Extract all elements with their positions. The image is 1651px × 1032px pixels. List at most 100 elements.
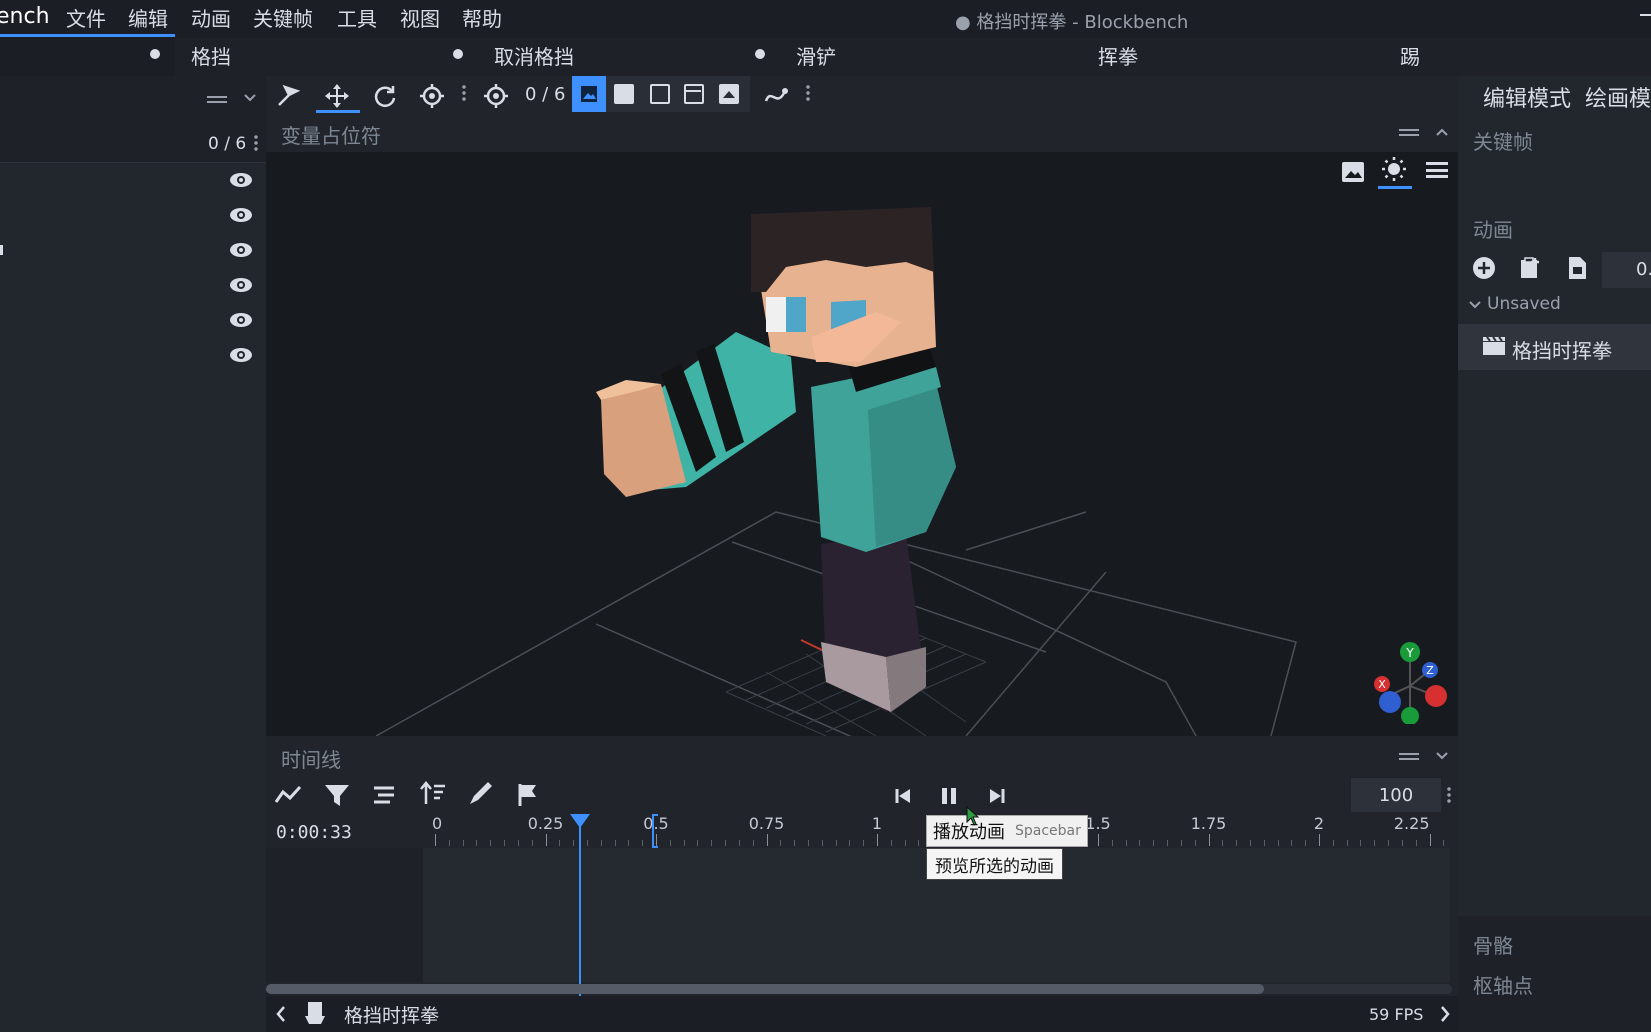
view-mode-solid-icon[interactable] bbox=[614, 84, 634, 104]
paint-mode-tab[interactable]: 绘画模 bbox=[1585, 81, 1651, 113]
animation-panel-title: 动画 bbox=[1473, 218, 1513, 242]
menu-animation[interactable]: 动画 bbox=[191, 4, 231, 34]
brightness-icon[interactable] bbox=[1376, 156, 1412, 186]
chevron-up-icon[interactable] bbox=[1434, 124, 1450, 140]
chevron-right-icon[interactable] bbox=[1438, 1004, 1452, 1024]
axis-gizmo[interactable]: Y X Z bbox=[1370, 640, 1450, 724]
tab-kick[interactable]: 踢 bbox=[1400, 38, 1420, 76]
svg-text:Z: Z bbox=[1426, 664, 1434, 677]
view-mode-uv-icon[interactable] bbox=[684, 84, 704, 104]
timeline-channel-list bbox=[266, 848, 423, 982]
tab-unblock[interactable]: 取消格挡 bbox=[494, 38, 574, 76]
ruler-major-tick bbox=[766, 834, 768, 846]
menu-tools[interactable]: 工具 bbox=[337, 4, 377, 34]
ruler-minor-tick bbox=[531, 840, 533, 846]
active-tool-indicator bbox=[316, 110, 360, 113]
ruler-minor-tick bbox=[1153, 840, 1155, 846]
svg-text:Y: Y bbox=[1405, 646, 1414, 660]
sort-icon[interactable] bbox=[419, 780, 447, 808]
eye-icon[interactable] bbox=[228, 205, 254, 225]
ruler-minor-tick bbox=[1249, 840, 1251, 846]
pause-icon[interactable] bbox=[939, 786, 959, 806]
move-tool-icon[interactable] bbox=[321, 80, 353, 112]
playhead-handle-icon[interactable] bbox=[570, 814, 590, 828]
ruler-minor-tick bbox=[725, 840, 727, 846]
load-animation-file-icon[interactable] bbox=[1566, 256, 1588, 280]
animation-length-input[interactable]: 0. bbox=[1602, 252, 1651, 288]
status-bar bbox=[266, 996, 1458, 1032]
graph-editor-icon[interactable] bbox=[274, 782, 304, 808]
chevron-left-icon[interactable] bbox=[274, 1004, 288, 1024]
pivot-tool-icon[interactable] bbox=[272, 80, 304, 112]
viewport-menu-icon[interactable] bbox=[1426, 162, 1448, 178]
playback-speed-input[interactable]: 100 bbox=[1351, 778, 1441, 814]
chevron-down-icon[interactable] bbox=[242, 90, 258, 106]
ruler-minor-tick bbox=[669, 840, 671, 846]
more-options-icon[interactable] bbox=[254, 134, 258, 152]
ruler-major-tick bbox=[1208, 834, 1210, 846]
menu-edit[interactable]: 编辑 bbox=[128, 4, 168, 34]
motion-trail-icon[interactable] bbox=[760, 80, 792, 112]
edit-mode-tab[interactable]: 编辑模式 bbox=[1483, 81, 1571, 113]
add-animation-icon[interactable] bbox=[1472, 256, 1496, 280]
ruler-minor-tick bbox=[752, 840, 754, 846]
status-animation-name: 格挡时挥拳 bbox=[344, 1005, 440, 1027]
animation-item-name[interactable]: 格挡时挥拳 bbox=[1512, 335, 1612, 364]
view-mode-wireframe-icon[interactable] bbox=[650, 84, 670, 104]
align-icon[interactable] bbox=[372, 784, 396, 806]
ruler-minor-tick bbox=[517, 840, 519, 846]
eye-icon[interactable] bbox=[228, 345, 254, 365]
eye-icon[interactable] bbox=[228, 275, 254, 295]
pen-icon[interactable] bbox=[466, 780, 494, 808]
panel-menu-icon[interactable] bbox=[1399, 753, 1419, 755]
eye-icon[interactable] bbox=[228, 310, 254, 330]
minimize-icon[interactable] bbox=[1640, 14, 1651, 16]
ruler-minor-tick bbox=[904, 840, 906, 846]
unsaved-dot-icon bbox=[150, 49, 160, 59]
more-options-icon[interactable] bbox=[462, 84, 466, 102]
tab-punch[interactable]: 挥拳 bbox=[1098, 38, 1138, 76]
ruler-tick-label: 0.25 bbox=[527, 814, 564, 833]
outliner-panel bbox=[0, 76, 266, 1032]
view-mode-textured-icon[interactable] bbox=[572, 76, 606, 112]
ruler-minor-tick bbox=[1374, 840, 1376, 846]
flag-icon[interactable] bbox=[516, 782, 540, 808]
chevron-down-icon[interactable] bbox=[1468, 298, 1482, 312]
view-mode-normal-icon[interactable] bbox=[719, 84, 739, 104]
locator-icon[interactable] bbox=[480, 80, 512, 112]
outliner-selection-count: 0 / 6 bbox=[208, 134, 247, 154]
tab-block[interactable]: 格挡 bbox=[191, 38, 231, 76]
menu-file[interactable]: 文件 bbox=[66, 4, 106, 34]
menu-keyframe[interactable]: 关键帧 bbox=[253, 4, 313, 34]
app-name[interactable]: ench bbox=[0, 2, 50, 32]
rotate-tool-icon[interactable] bbox=[369, 80, 401, 112]
animation-end-marker[interactable] bbox=[652, 814, 658, 848]
menu-help[interactable]: 帮助 bbox=[462, 4, 502, 34]
ruler-minor-tick bbox=[559, 840, 561, 846]
ruler-minor-tick bbox=[1305, 840, 1307, 846]
skip-back-icon[interactable] bbox=[893, 786, 913, 806]
tab-slide[interactable]: 滑铲 bbox=[796, 38, 836, 76]
screenshot-icon[interactable] bbox=[1342, 162, 1364, 182]
eye-icon[interactable] bbox=[228, 170, 254, 190]
playhead[interactable] bbox=[579, 814, 581, 998]
crosshair-icon[interactable] bbox=[416, 80, 448, 112]
skip-forward-icon[interactable] bbox=[987, 786, 1007, 806]
animation-group-name[interactable]: Unsaved bbox=[1487, 294, 1561, 314]
more-options-icon[interactable] bbox=[806, 84, 810, 102]
chevron-down-icon[interactable] bbox=[1434, 748, 1450, 764]
brightness-active-indicator bbox=[1378, 186, 1412, 189]
panel-menu-icon[interactable] bbox=[207, 96, 227, 98]
ruler-major-tick bbox=[1319, 834, 1320, 846]
panel-menu-icon[interactable] bbox=[1399, 129, 1419, 131]
animation-file-icon bbox=[303, 1000, 327, 1026]
timeline-scrollbar-thumb[interactable] bbox=[266, 984, 1264, 994]
ruler-tick-label: 0.75 bbox=[748, 814, 785, 833]
paste-animation-icon[interactable] bbox=[1518, 256, 1542, 280]
more-options-icon[interactable] bbox=[1447, 786, 1451, 804]
3d-viewport[interactable]: Y X Z bbox=[266, 152, 1458, 736]
filter-icon[interactable] bbox=[323, 782, 351, 808]
eye-icon[interactable] bbox=[228, 240, 254, 260]
menu-view[interactable]: 视图 bbox=[400, 4, 440, 34]
viewport-selection-count: 0 / 6 bbox=[525, 84, 566, 105]
